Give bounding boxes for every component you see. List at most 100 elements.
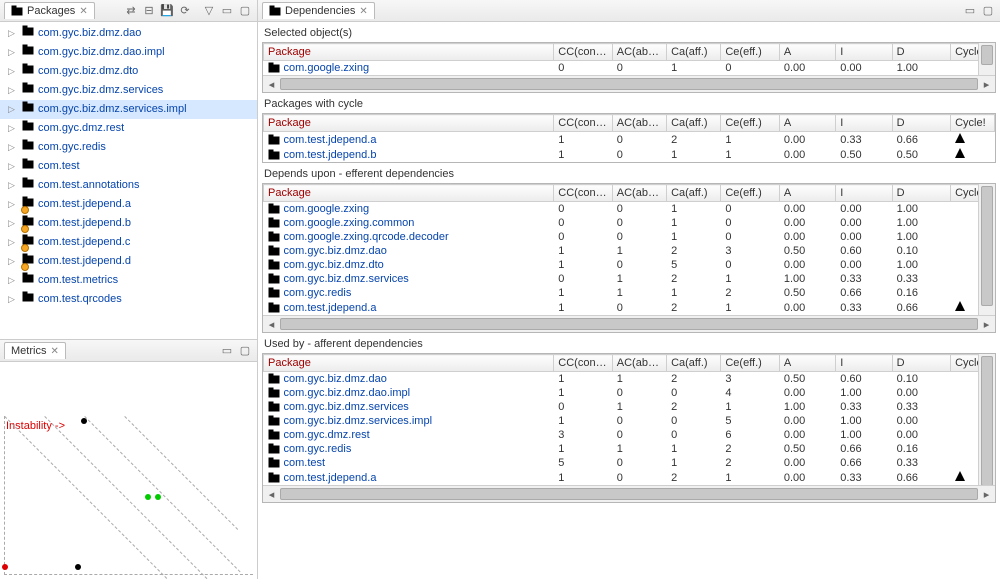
horizontal-scrollbar[interactable]: ◂▸ — [263, 315, 995, 332]
tree-item[interactable]: ▷com.gyc.biz.dmz.services.impl — [0, 100, 257, 119]
col-a[interactable]: A — [779, 355, 835, 372]
col-cc[interactable]: CC(conc... — [554, 355, 612, 372]
packages-tab[interactable]: Packages ✕ — [4, 2, 95, 19]
tree-item[interactable]: ▷com.gyc.redis — [0, 138, 257, 157]
col-i[interactable]: I — [836, 355, 892, 372]
table-row[interactable]: com.gyc.biz.dmz.dto10500.000.001.00 — [264, 258, 995, 272]
table-row[interactable]: com.gyc.biz.dmz.dao11230.500.600.10 — [264, 244, 995, 258]
tree-item[interactable]: ▷com.test.jdepend.b — [0, 214, 257, 233]
expand-icon[interactable]: ▷ — [8, 216, 18, 231]
col-cc[interactable]: CC(conc... — [554, 185, 612, 202]
horizontal-scrollbar[interactable]: ◂▸ — [263, 485, 995, 502]
expand-icon[interactable]: ▷ — [8, 121, 18, 136]
vertical-scrollbar[interactable] — [978, 184, 995, 315]
dependencies-tab[interactable]: Dependencies ✕ — [262, 2, 375, 19]
col-ac[interactable]: AC(abst... — [612, 355, 666, 372]
col-ce[interactable]: Ce(eff.) — [721, 185, 779, 202]
col-ca[interactable]: Ca(aff.) — [667, 185, 721, 202]
col-ac[interactable]: AC(abst... — [612, 44, 666, 61]
table-row[interactable]: com.test.jdepend.a10210.000.330.66 — [264, 132, 995, 148]
metrics-tab[interactable]: Metrics ✕ — [4, 342, 66, 359]
tree-item[interactable]: ▷com.gyc.biz.dmz.services — [0, 81, 257, 100]
col-a[interactable]: A — [779, 44, 835, 61]
close-icon[interactable]: ✕ — [359, 6, 367, 17]
horizontal-scrollbar[interactable]: ◂▸ — [263, 75, 995, 92]
scroll-right-icon[interactable]: ▸ — [978, 316, 995, 332]
col-ac[interactable]: AC(abst... — [612, 185, 666, 202]
vertical-scrollbar[interactable] — [978, 43, 995, 75]
col-ce[interactable]: Ce(eff.) — [721, 115, 779, 132]
table-row[interactable]: com.google.zxing.common00100.000.001.00 — [264, 216, 995, 230]
tree-item[interactable]: ▷com.gyc.biz.dmz.dao — [0, 24, 257, 43]
expand-icon[interactable]: ▷ — [8, 45, 18, 60]
expand-icon[interactable]: ▷ — [8, 102, 18, 117]
maximize-icon[interactable]: ▢ — [980, 3, 996, 19]
col-ca[interactable]: Ca(aff.) — [667, 355, 721, 372]
close-icon[interactable]: ✕ — [50, 346, 58, 357]
col-package[interactable]: Package — [264, 44, 554, 61]
table-row[interactable]: com.gyc.biz.dmz.services.impl10050.001.0… — [264, 414, 995, 428]
col-d[interactable]: D — [892, 185, 950, 202]
tree-item[interactable]: ▷com.test.jdepend.a — [0, 195, 257, 214]
scroll-left-icon[interactable]: ◂ — [263, 76, 280, 92]
col-i[interactable]: I — [836, 115, 892, 132]
col-a[interactable]: A — [779, 185, 835, 202]
view-menu-icon[interactable]: ▽ — [201, 3, 217, 19]
tree-item[interactable]: ▷com.gyc.biz.dmz.dao.impl — [0, 43, 257, 62]
col-package[interactable]: Package — [264, 185, 554, 202]
table-row[interactable]: com.test.jdepend.a10210.000.330.66 — [264, 470, 995, 485]
col-ce[interactable]: Ce(eff.) — [721, 44, 779, 61]
expand-icon[interactable]: ▷ — [8, 178, 18, 193]
col-cycle[interactable]: Cycle! — [951, 115, 995, 132]
expand-icon[interactable]: ▷ — [8, 140, 18, 155]
table-row[interactable]: com.gyc.redis11120.500.660.16 — [264, 442, 995, 456]
table-row[interactable]: com.gyc.biz.dmz.services01211.000.330.33 — [264, 400, 995, 414]
col-i[interactable]: I — [836, 44, 892, 61]
expand-icon[interactable]: ▷ — [8, 254, 18, 269]
scroll-left-icon[interactable]: ◂ — [263, 486, 280, 502]
col-d[interactable]: D — [892, 115, 950, 132]
scroll-right-icon[interactable]: ▸ — [978, 76, 995, 92]
expand-icon[interactable]: ▷ — [8, 235, 18, 250]
table-row[interactable]: com.gyc.biz.dmz.dao.impl10040.001.000.00 — [264, 386, 995, 400]
collapse-icon[interactable]: ⊟ — [141, 3, 157, 19]
col-package[interactable]: Package — [264, 115, 554, 132]
expand-icon[interactable]: ▷ — [8, 83, 18, 98]
table-row[interactable]: com.google.zxing00100.000.001.00 — [264, 61, 995, 76]
tree-item[interactable]: ▷com.test.jdepend.d — [0, 252, 257, 271]
col-a[interactable]: A — [779, 115, 835, 132]
save-icon[interactable]: 💾 — [159, 3, 175, 19]
tree-item[interactable]: ▷com.test.qrcodes — [0, 290, 257, 309]
packages-tree[interactable]: ▷com.gyc.biz.dmz.dao▷com.gyc.biz.dmz.dao… — [0, 22, 257, 339]
table-row[interactable]: com.test50120.000.660.33 — [264, 456, 995, 470]
table-row[interactable]: com.google.zxing00100.000.001.00 — [264, 202, 995, 217]
expand-icon[interactable]: ▷ — [8, 273, 18, 288]
col-d[interactable]: D — [892, 355, 950, 372]
col-ca[interactable]: Ca(aff.) — [667, 44, 721, 61]
expand-icon[interactable]: ▷ — [8, 64, 18, 79]
table-row[interactable]: com.gyc.redis11120.500.660.16 — [264, 286, 995, 300]
link-icon[interactable]: ⇄ — [123, 3, 139, 19]
scroll-right-icon[interactable]: ▸ — [978, 486, 995, 502]
table-row[interactable]: com.gyc.biz.dmz.dao11230.500.600.10 — [264, 372, 995, 387]
maximize-icon[interactable]: ▢ — [237, 343, 253, 359]
table-row[interactable]: com.test.jdepend.a10210.000.330.66 — [264, 300, 995, 315]
table-row[interactable]: com.test.jdepend.b10110.000.500.50 — [264, 147, 995, 162]
tree-item[interactable]: ▷com.test — [0, 157, 257, 176]
expand-icon[interactable]: ▷ — [8, 159, 18, 174]
tree-item[interactable]: ▷com.test.annotations — [0, 176, 257, 195]
expand-icon[interactable]: ▷ — [8, 292, 18, 307]
refresh-icon[interactable]: ⟳ — [177, 3, 193, 19]
expand-icon[interactable]: ▷ — [8, 26, 18, 41]
tree-item[interactable]: ▷com.test.jdepend.c — [0, 233, 257, 252]
col-ce[interactable]: Ce(eff.) — [721, 355, 779, 372]
col-ca[interactable]: Ca(aff.) — [667, 115, 721, 132]
table-row[interactable]: com.gyc.dmz.rest30060.001.000.00 — [264, 428, 995, 442]
table-row[interactable]: com.google.zxing.qrcode.decoder00100.000… — [264, 230, 995, 244]
expand-icon[interactable]: ▷ — [8, 197, 18, 212]
close-icon[interactable]: ✕ — [79, 6, 87, 17]
minimize-icon[interactable]: ▭ — [219, 3, 235, 19]
minimize-icon[interactable]: ▭ — [219, 343, 235, 359]
vertical-scrollbar[interactable] — [978, 354, 995, 485]
table-row[interactable]: com.gyc.biz.dmz.services01211.000.330.33 — [264, 272, 995, 286]
